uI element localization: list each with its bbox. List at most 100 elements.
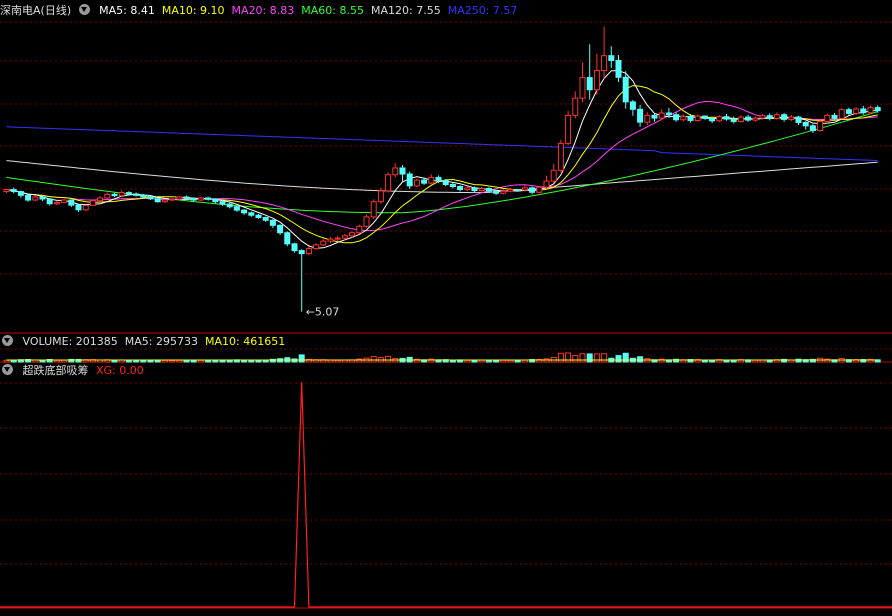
volume-bar xyxy=(514,360,521,363)
candle-body xyxy=(25,194,32,201)
ma-indicator-list: MA5: 8.41 MA10: 9.10 MA20: 8.83 MA60: 8.55 M… xyxy=(99,4,524,17)
candle-body xyxy=(601,55,608,72)
volume-ma-label: MA10: 461651 xyxy=(204,335,286,348)
volume-bar xyxy=(464,359,471,363)
indicator-name: 超跌底部吸筹 xyxy=(22,364,89,377)
candle-body xyxy=(730,118,737,122)
candle-body xyxy=(385,174,392,192)
candle-body xyxy=(406,173,413,187)
candle-body xyxy=(759,115,766,119)
candle-body xyxy=(32,196,39,201)
candle-body xyxy=(118,192,125,197)
volume-bar xyxy=(334,359,341,363)
dropdown-icon[interactable] xyxy=(2,364,13,375)
candle-body xyxy=(478,188,485,192)
candle-body xyxy=(687,115,694,121)
candle-body xyxy=(658,112,665,119)
candle-body xyxy=(111,193,118,197)
candle-body xyxy=(104,193,111,199)
volume-bar xyxy=(586,353,593,363)
candle-body xyxy=(500,190,507,194)
candle-body xyxy=(262,217,269,221)
ma10-line xyxy=(6,85,878,244)
volume-bar xyxy=(565,352,572,363)
dropdown-icon[interactable] xyxy=(2,335,13,346)
candle-body xyxy=(673,114,680,121)
candle-body xyxy=(838,109,845,119)
volume-bar xyxy=(298,354,305,363)
candle-body xyxy=(817,120,824,132)
volume-bar xyxy=(140,359,147,363)
volume-bar xyxy=(111,359,118,363)
custom-indicator-bar: 超跌底部吸筹 XG: 0.00 xyxy=(0,363,150,379)
volume-bar xyxy=(125,359,132,363)
candle-body xyxy=(277,224,284,234)
candle-body xyxy=(183,196,190,199)
candle-body xyxy=(205,197,212,200)
candle-body xyxy=(82,204,89,211)
volume-bar xyxy=(579,353,586,363)
candle-body xyxy=(154,198,161,203)
candle-body xyxy=(723,116,730,120)
candle-body xyxy=(212,198,219,203)
volume-bar xyxy=(147,359,154,363)
volume-bar xyxy=(183,359,190,363)
candle-body xyxy=(507,189,514,192)
stock-title: 深南电A(日线) xyxy=(0,4,72,17)
candle-body xyxy=(680,115,687,121)
candle-body xyxy=(550,169,557,182)
candle-body xyxy=(356,225,363,234)
candle-body xyxy=(629,101,636,110)
ma-label: MA20: 8.83 xyxy=(231,4,295,17)
ma-label: MA60: 8.55 xyxy=(301,4,364,17)
candle-body xyxy=(493,190,500,194)
candle-body xyxy=(622,76,629,103)
candle-body xyxy=(97,197,104,202)
candle-body xyxy=(644,114,651,123)
candle-body xyxy=(565,114,572,144)
candle-body xyxy=(514,189,521,192)
candle-body xyxy=(219,201,226,205)
candle-body xyxy=(521,187,528,191)
candle-body xyxy=(831,114,838,119)
candle-body xyxy=(197,197,204,201)
candle-body xyxy=(399,167,406,175)
candle-body xyxy=(413,179,420,187)
volume-bar xyxy=(190,359,197,363)
candle-body xyxy=(694,115,701,121)
candle-body xyxy=(61,199,68,203)
candle-body xyxy=(133,193,140,196)
dropdown-icon[interactable] xyxy=(78,4,90,15)
candle-body xyxy=(68,199,75,206)
volume-bar xyxy=(176,359,183,363)
candle-body xyxy=(226,203,233,208)
ma-label: MA250: 7.57 xyxy=(447,4,518,17)
candle-body xyxy=(75,204,82,211)
candle-body xyxy=(464,187,471,191)
candle-body xyxy=(233,206,240,211)
candle-body xyxy=(709,117,716,122)
volume-bar xyxy=(507,359,514,363)
volume-ma-label: VOLUME: 201385 xyxy=(22,335,118,348)
candle-body xyxy=(161,199,168,203)
volume-bar xyxy=(133,359,140,363)
candle-body xyxy=(867,107,874,114)
volume-bar xyxy=(601,353,608,363)
volume-bar xyxy=(622,352,629,363)
candle-body xyxy=(853,108,860,114)
low-price-marker: ←5.07 xyxy=(306,306,340,319)
volume-bar xyxy=(161,359,168,363)
candle-body xyxy=(845,109,852,114)
volume-bar xyxy=(3,359,10,363)
volume-indicator-list: VOLUME: 201385 MA5: 295733 MA10: 461651 xyxy=(23,335,293,348)
candle-body xyxy=(39,196,46,200)
ma60-line xyxy=(6,111,878,214)
ma20-line xyxy=(6,100,878,232)
candle-body xyxy=(176,196,183,200)
candle-body xyxy=(327,238,334,242)
ma-label: MA10: 9.10 xyxy=(161,4,225,17)
candle-body xyxy=(471,187,478,192)
volume-bar xyxy=(197,359,204,363)
candle-body xyxy=(392,167,399,176)
volume-bar xyxy=(53,359,60,363)
